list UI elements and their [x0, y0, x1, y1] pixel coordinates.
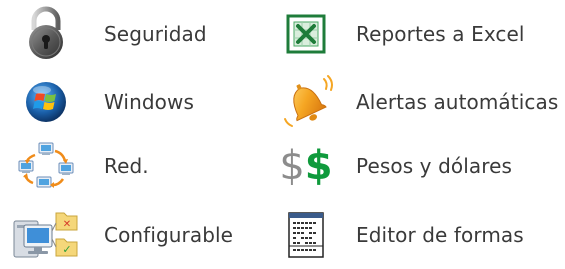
- forms-label: Editor de formas: [356, 223, 524, 247]
- feature-security: Seguridad: [10, 4, 207, 64]
- windows-label: Windows: [104, 90, 194, 114]
- svg-text:✕: ✕: [63, 219, 71, 230]
- svg-text:✓: ✓: [62, 243, 71, 256]
- configuration-icon: ✕ ✓: [10, 205, 82, 265]
- feature-windows: Windows: [10, 72, 194, 132]
- network-icon: [10, 136, 82, 196]
- network-label: Red.: [104, 154, 149, 178]
- dollar-icon: $ $: [279, 143, 333, 189]
- feature-grid: Seguridad Windows Red. ✕ ✓ Configurable …: [0, 0, 565, 269]
- security-label: Seguridad: [104, 22, 207, 46]
- feature-alerts: Alertas automáticas: [270, 72, 558, 132]
- bell-icon: [270, 72, 342, 132]
- feature-currency: $ $ Pesos y dólares: [270, 136, 512, 196]
- configurable-label: Configurable: [104, 223, 234, 247]
- feature-excel: Reportes a Excel: [270, 4, 525, 64]
- feature-configurable: ✕ ✓ Configurable: [10, 205, 233, 265]
- currency-label: Pesos y dólares: [356, 154, 513, 178]
- feature-forms: Editor de formas: [270, 205, 524, 265]
- form-editor-icon: [270, 205, 342, 265]
- alerts-label: Alertas automáticas: [356, 90, 559, 114]
- feature-network: Red.: [10, 136, 149, 196]
- excel-label: Reportes a Excel: [356, 22, 525, 46]
- windows-logo-icon: [10, 72, 82, 132]
- excel-icon: [270, 4, 342, 64]
- padlock-icon: [10, 4, 82, 64]
